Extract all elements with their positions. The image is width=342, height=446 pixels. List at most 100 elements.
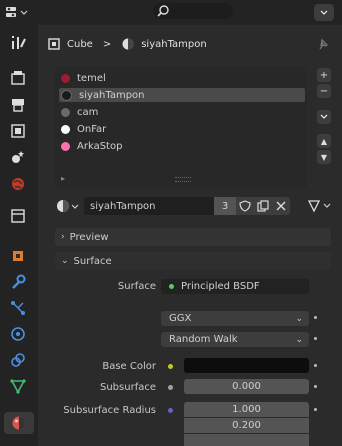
list-item[interactable]: OnFar <box>59 122 305 136</box>
collection-icon <box>11 209 25 223</box>
material-swatch-icon <box>61 73 70 83</box>
distribution-dropdown[interactable]: GGX ⌄ <box>161 311 309 326</box>
list-resize-handle[interactable] <box>175 177 191 182</box>
search-input[interactable] <box>153 3 233 19</box>
list-item[interactable]: ArkaStop <box>59 139 305 153</box>
list-item-label: siyahTampon <box>79 89 145 101</box>
remove-slot-button[interactable]: − <box>317 84 331 98</box>
material-swatch-icon <box>61 141 70 151</box>
add-slot-button[interactable]: + <box>317 68 331 82</box>
fake-user-button[interactable] <box>236 197 254 215</box>
breadcrumb-object: Cube <box>67 38 93 50</box>
breadcrumb-separator: > <box>102 38 112 50</box>
list-item[interactable]: temel <box>59 71 305 85</box>
render-icon <box>11 71 25 85</box>
subsurface-label: Subsurface <box>100 382 156 393</box>
particles-tab[interactable] <box>6 297 30 319</box>
slot-specials-menu-button[interactable] <box>317 110 331 124</box>
browse-material-button[interactable] <box>55 197 85 215</box>
object-icon <box>48 38 60 50</box>
dropdown-value: Random Walk <box>169 334 238 345</box>
chevron-down-icon: ⌄ <box>295 334 303 345</box>
vector-socket-icon[interactable] <box>168 408 173 413</box>
base-color-swatch[interactable] <box>184 358 309 373</box>
list-item-selected[interactable]: siyahTampon <box>59 88 305 102</box>
view-layer-tab[interactable] <box>6 120 30 142</box>
output-icon <box>12 99 24 112</box>
subsurface-radius-y-field[interactable]: 0.200 <box>184 418 309 433</box>
header-dropdown-button[interactable] <box>314 4 334 21</box>
panel-title: Surface <box>73 255 112 267</box>
unlink-material-button[interactable] <box>272 197 290 215</box>
material-name-field[interactable]: siyahTampon <box>84 197 214 215</box>
surface-panel-header[interactable]: ⌄ Surface <box>55 252 331 270</box>
list-expand-icon[interactable]: ▸ <box>61 174 65 183</box>
world-tab[interactable] <box>6 173 30 195</box>
subsurface-method-dropdown[interactable]: Random Walk ⌄ <box>161 332 309 347</box>
collection-tab[interactable] <box>6 205 30 227</box>
move-slot-down-button[interactable]: ▼ <box>317 150 331 164</box>
field-value: 1.000 <box>232 404 261 415</box>
subsurface-radius-z-field[interactable] <box>184 434 309 446</box>
shader-socket-icon <box>169 284 174 289</box>
shader-name: Principled BSDF <box>181 281 260 292</box>
view-layer-icon <box>11 124 25 138</box>
editor-type-icon <box>6 7 28 17</box>
animate-property-icon[interactable] <box>314 385 317 388</box>
move-slot-up-button[interactable]: ▲ <box>317 134 331 148</box>
tool-icon <box>12 36 26 49</box>
tool-tab[interactable] <box>6 31 30 53</box>
particles-icon <box>11 301 25 315</box>
material-icon <box>122 38 134 50</box>
subsurface-value-field[interactable]: 0.000 <box>184 379 309 394</box>
material-swatch-icon <box>61 89 72 101</box>
physics-tab[interactable] <box>6 323 30 345</box>
object-icon <box>13 251 23 261</box>
material-icon <box>12 416 26 430</box>
color-socket-icon[interactable] <box>168 364 173 369</box>
world-icon <box>12 178 24 190</box>
material-name: siyahTampon <box>90 200 156 212</box>
chevron-down-icon <box>320 114 328 119</box>
link-type-icon[interactable] <box>307 199 335 213</box>
close-icon <box>276 201 286 211</box>
subsurface-radius-label: Subsurface Radius <box>63 405 156 416</box>
search-icon <box>157 5 169 17</box>
subsurface-radius-x-field[interactable]: 1.000 <box>184 402 309 417</box>
float-socket-icon[interactable] <box>168 385 173 390</box>
user-count-button[interactable]: 3 <box>214 197 236 215</box>
object-tab[interactable] <box>6 245 30 267</box>
breadcrumb-material: siyahTampon <box>141 38 207 50</box>
field-value: 0.200 <box>232 420 261 431</box>
surface-shader-field[interactable]: Principled BSDF <box>161 279 309 294</box>
list-item-label: temel <box>77 72 106 84</box>
chevron-right-icon: › <box>61 232 65 242</box>
list-item-label: ArkaStop <box>77 140 123 152</box>
chevron-down-icon: ⌄ <box>295 313 303 324</box>
physics-icon <box>11 327 25 341</box>
animate-property-icon[interactable] <box>314 364 317 367</box>
list-item-label: OnFar <box>77 123 107 135</box>
preview-panel-header[interactable]: › Preview <box>55 228 331 246</box>
scene-icon <box>12 151 24 163</box>
material-browse-icon <box>57 200 79 212</box>
chevron-down-icon: ⌄ <box>61 256 69 266</box>
animate-property-icon[interactable] <box>314 408 317 411</box>
chevron-down-icon <box>320 10 328 15</box>
shield-icon <box>239 200 251 212</box>
base-color-label: Base Color <box>102 361 156 372</box>
output-tab[interactable] <box>6 94 30 116</box>
duplicate-material-button[interactable] <box>254 197 272 215</box>
scene-tab[interactable] <box>6 146 30 168</box>
list-item-label: cam <box>77 106 99 118</box>
editor-type-button[interactable] <box>4 4 30 21</box>
render-tab[interactable] <box>6 67 30 89</box>
breadcrumb: Cube > siyahTampon <box>47 35 207 53</box>
field-value: 0.000 <box>232 381 261 392</box>
list-item[interactable]: cam <box>59 105 305 119</box>
surface-label: Surface <box>117 281 156 292</box>
animate-property-icon[interactable] <box>314 316 317 319</box>
material-swatch-icon <box>61 107 70 117</box>
pin-icon[interactable] <box>316 37 330 51</box>
animate-property-icon[interactable] <box>314 337 317 340</box>
